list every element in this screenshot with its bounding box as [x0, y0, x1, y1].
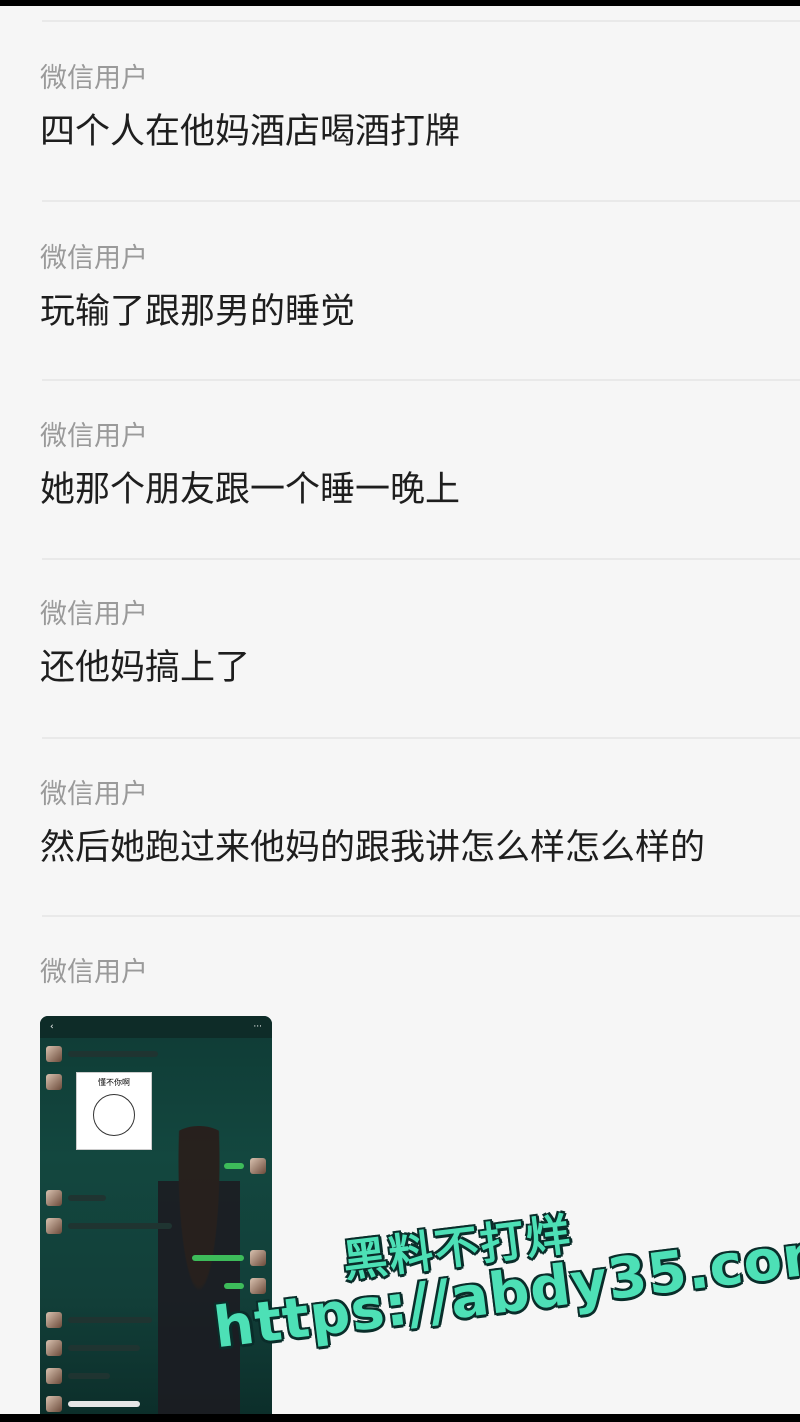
message-text: 玩输了跟那男的睡觉: [40, 292, 356, 332]
divider: [42, 915, 800, 917]
message-item[interactable]: 微信用户 四个人在他妈酒店喝酒打牌: [40, 62, 460, 154]
chat-row: [46, 1218, 172, 1234]
avatar: [46, 1074, 62, 1090]
message-item[interactable]: 微信用户 玩输了跟那男的睡觉: [40, 242, 355, 334]
message-item[interactable]: 微信用户: [40, 956, 148, 990]
bottom-edge: [0, 1414, 800, 1422]
sender-name: 微信用户: [40, 63, 148, 94]
ellipsis-icon: ···: [253, 1022, 262, 1032]
sender-name: 微信用户: [40, 599, 148, 630]
avatar: [46, 1190, 62, 1206]
chat-row: [46, 1312, 152, 1328]
divider: [42, 200, 800, 202]
sender-name: 微信用户: [40, 421, 148, 452]
chat-bubble: [68, 1373, 110, 1379]
sticker-caption: 懂不你啊: [98, 1078, 130, 1087]
message-text: 还他妈搞上了: [40, 648, 251, 688]
avatar: [250, 1250, 266, 1266]
avatar: [46, 1396, 62, 1412]
chat-row: [224, 1158, 266, 1174]
chat-row: [46, 1074, 62, 1090]
chat-row: [46, 1190, 106, 1206]
avatar: [46, 1046, 62, 1062]
divider: [42, 20, 800, 22]
chat-bubble: [224, 1283, 244, 1289]
message-text: 然后她跑过来他妈的跟我讲怎么样怎么样的: [40, 828, 706, 868]
chat-row: [192, 1250, 266, 1266]
avatar: [46, 1368, 62, 1384]
avatar: [46, 1340, 62, 1356]
sender-name: 微信用户: [40, 779, 148, 810]
avatar: [250, 1158, 266, 1174]
avatar: [46, 1218, 62, 1234]
message-item[interactable]: 微信用户 她那个朋友跟一个睡一晚上: [40, 420, 460, 512]
sticker-image: 懂不你啊: [76, 1072, 152, 1150]
sender-name: 微信用户: [40, 243, 148, 274]
chat-row: [46, 1368, 110, 1384]
chat-row: [46, 1046, 158, 1062]
meme-face-icon: [93, 1094, 135, 1136]
message-text: 四个人在他妈酒店喝酒打牌: [40, 112, 461, 152]
divider: [42, 737, 800, 739]
sender-name: 微信用户: [40, 957, 148, 988]
chat-row: [46, 1396, 140, 1412]
chat-bubble: [68, 1345, 140, 1351]
chat-bubble: [68, 1051, 158, 1057]
chat-bubble: [192, 1255, 244, 1261]
message-text: 她那个朋友跟一个睡一晚上: [40, 470, 461, 510]
avatar: [46, 1312, 62, 1328]
back-icon: ‹: [50, 1022, 54, 1032]
chat-bubble: [68, 1401, 140, 1407]
message-item[interactable]: 微信用户 然后她跑过来他妈的跟我讲怎么样怎么样的: [40, 778, 705, 870]
message-item[interactable]: 微信用户 还他妈搞上了: [40, 598, 250, 690]
top-status-edge: [0, 0, 800, 6]
chat-bubble: [224, 1163, 244, 1169]
attachment-header: ‹ ···: [40, 1016, 272, 1038]
divider: [42, 558, 800, 560]
chat-bubble: [68, 1223, 172, 1229]
divider: [42, 379, 800, 381]
chat-row: [46, 1340, 140, 1356]
chat-bubble: [68, 1317, 152, 1323]
chat-bubble: [68, 1195, 106, 1201]
